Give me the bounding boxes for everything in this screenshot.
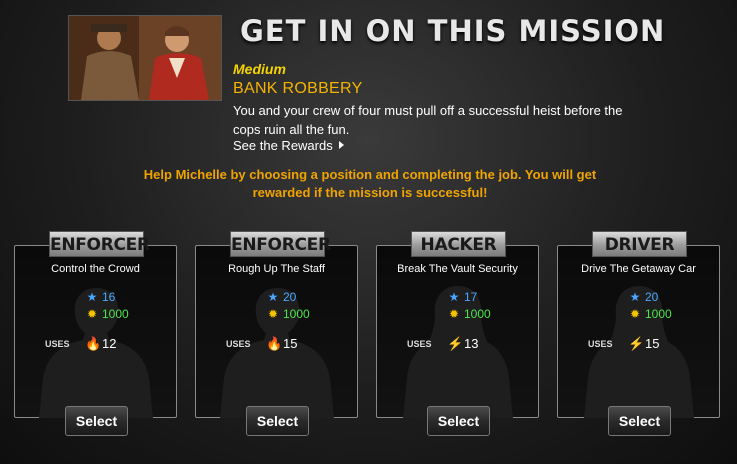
see-rewards-label: See the Rewards bbox=[233, 138, 333, 153]
gold-reward: ✹ 1000 bbox=[447, 307, 491, 321]
star-value: 20 bbox=[283, 290, 297, 304]
uses-count: ⚡13 bbox=[447, 336, 478, 352]
mission-description: You and your crew of four must pull off … bbox=[233, 103, 623, 137]
star-reward: ★ 17 bbox=[447, 290, 478, 304]
gold-value: 1000 bbox=[645, 307, 672, 321]
uses-count: 🔥15 bbox=[266, 336, 297, 352]
bolt-icon: ⚡ bbox=[447, 336, 464, 351]
mission-portrait bbox=[68, 15, 222, 101]
task-label: Rough Up The Staff bbox=[228, 263, 325, 275]
star-reward: ★ 20 bbox=[266, 290, 297, 304]
help-text: Help Michelle by choosing a position and… bbox=[143, 167, 597, 200]
fire-icon: 🔥 bbox=[85, 336, 102, 351]
star-reward: ★ 20 bbox=[628, 290, 659, 304]
uses-label: USES bbox=[588, 339, 613, 349]
star-icon: ★ bbox=[448, 290, 460, 304]
select-button[interactable]: Select bbox=[65, 406, 128, 436]
position-card-enforcer-1: ENFORCER Control the Crowd ★ 16 ✹ 1000 USE… bbox=[14, 231, 177, 436]
uses-label: USES bbox=[226, 339, 251, 349]
mission-name: BANK ROBBERY bbox=[233, 80, 363, 97]
difficulty-label: Medium bbox=[233, 61, 286, 77]
uses-label: USES bbox=[45, 339, 70, 349]
gold-value: 1000 bbox=[102, 307, 129, 321]
role-title: ENFORCER bbox=[49, 231, 150, 257]
star-value: 20 bbox=[645, 290, 659, 304]
position-card-driver: DRIVER Drive The Getaway Car ★ 20 ✹ 1000 U… bbox=[557, 231, 720, 436]
role-title: DRIVER bbox=[592, 231, 687, 257]
arrow-right-icon bbox=[338, 141, 344, 149]
star-icon: ★ bbox=[267, 290, 279, 304]
gold-value: 1000 bbox=[464, 307, 491, 321]
task-label: Break The Vault Security bbox=[397, 263, 518, 275]
gear-coin-icon: ✹ bbox=[267, 307, 279, 321]
uses-value: 13 bbox=[464, 336, 479, 351]
star-value: 17 bbox=[464, 290, 478, 304]
star-icon: ★ bbox=[629, 290, 641, 304]
position-card-enforcer-2: ENFORCER Rough Up The Staff ★ 20 ✹ 1000 US… bbox=[195, 231, 358, 436]
select-button[interactable]: Select bbox=[246, 406, 309, 436]
uses-value: 15 bbox=[645, 336, 660, 351]
uses-value: 15 bbox=[283, 336, 298, 351]
mission-portrait-image bbox=[69, 16, 221, 100]
see-rewards-link[interactable]: See the Rewards bbox=[233, 138, 344, 153]
task-label: Drive The Getaway Car bbox=[581, 263, 696, 275]
bolt-icon: ⚡ bbox=[628, 336, 645, 351]
gold-reward: ✹ 1000 bbox=[266, 307, 310, 321]
select-button[interactable]: Select bbox=[608, 406, 671, 436]
position-card-hacker: HACKER Break The Vault Security ★ 17 ✹ 100… bbox=[376, 231, 539, 436]
gear-coin-icon: ✹ bbox=[629, 307, 641, 321]
role-title: HACKER bbox=[411, 231, 506, 257]
star-reward: ★ 16 bbox=[85, 290, 116, 304]
select-button[interactable]: Select bbox=[427, 406, 490, 436]
gear-coin-icon: ✹ bbox=[448, 307, 460, 321]
fire-icon: 🔥 bbox=[266, 336, 283, 351]
uses-count: ⚡15 bbox=[628, 336, 659, 352]
uses-label: USES bbox=[407, 339, 432, 349]
star-value: 16 bbox=[102, 290, 116, 304]
gold-value: 1000 bbox=[283, 307, 310, 321]
gold-reward: ✹ 1000 bbox=[628, 307, 672, 321]
uses-value: 12 bbox=[102, 336, 117, 351]
gear-coin-icon: ✹ bbox=[86, 307, 98, 321]
star-icon: ★ bbox=[86, 290, 98, 304]
page-title: GET IN ON THIS MISSION bbox=[240, 14, 666, 48]
uses-count: 🔥12 bbox=[85, 336, 116, 352]
role-title: ENFORCER bbox=[230, 231, 331, 257]
task-label: Control the Crowd bbox=[51, 263, 140, 275]
gold-reward: ✹ 1000 bbox=[85, 307, 129, 321]
